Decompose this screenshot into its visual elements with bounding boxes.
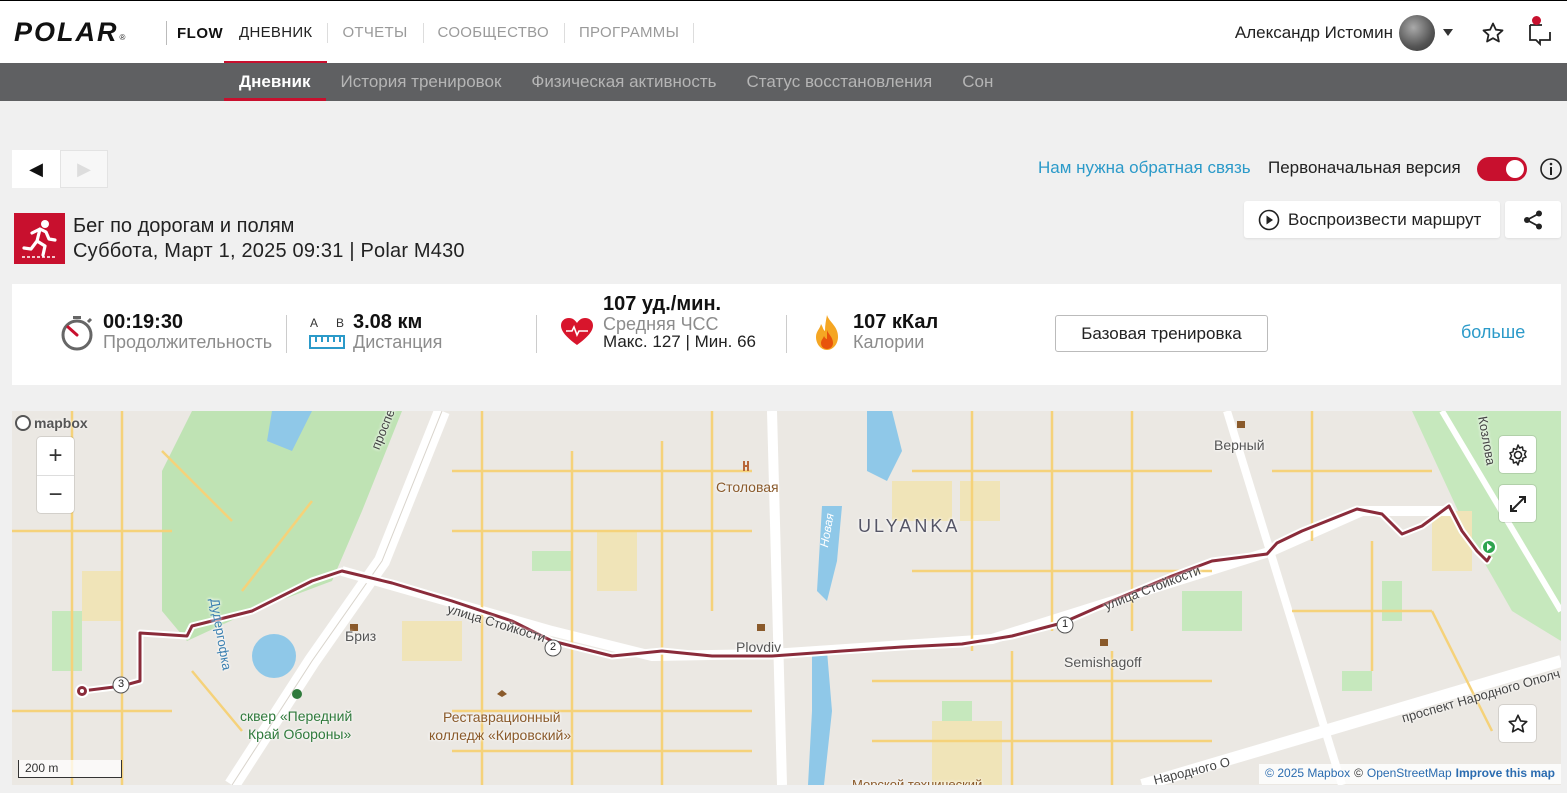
session-stats-panel: 00:19:30 Продолжительность A B 3.08 км Д… [12,284,1561,385]
map-label-poi: Plovdiv [736,639,782,655]
gear-icon [1508,443,1527,466]
map-label-poi: Морской технический [852,777,983,785]
subnav-diary[interactable]: Дневник [224,63,326,101]
map-label-park: сквер «Передний [240,708,353,724]
play-route-button[interactable]: Воспроизвести маршрут [1244,201,1500,238]
share-icon [1524,210,1542,229]
stat-divider [536,315,537,353]
user-area: Александр Истомин [1235,1,1567,64]
map-label-poi: Бриз [345,628,377,644]
duration-value: 00:19:30 [103,311,184,333]
session-navigation: ◀ ▶ [12,150,108,188]
distance-value: 3.08 км [353,311,423,333]
map-label-poi: Semishagoff [1064,654,1142,670]
polar-logo[interactable]: POLAR ® [14,16,126,47]
chevron-down-icon[interactable] [1443,29,1453,36]
info-icon[interactable] [1539,157,1563,181]
top-bar: POLAR ® FLOW ДНЕВНИК ОТЧЕТЫ СООБЩЕСТВО П… [0,0,1567,64]
zoom-control: + − [37,437,74,513]
subnav-sleep[interactable]: Сон [947,63,1008,101]
session-subtitle: Суббота, Март 1, 2025 09:31 | Polar M430 [73,240,465,262]
km-marker: 3 [118,678,125,690]
zoom-in-button[interactable]: + [37,437,74,475]
stat-divider [786,315,787,353]
attribution-copyright: © [1354,766,1363,780]
play-circle-icon [1258,209,1280,230]
route-map[interactable]: 1 2 3 проспект Ма Столовая ULYANKA Верны… [12,411,1561,785]
calories-label: Калории [853,332,925,352]
flame-icon [816,315,838,350]
notification-dot [1532,15,1541,25]
heart-rate-min-max: Макс. 127 | Мин. 66 [603,332,757,351]
map-scale: 200 m [18,760,122,778]
zoom-out-button[interactable]: − [37,475,74,513]
distance-b-label: B [336,316,345,330]
main-nav: ДНЕВНИК ОТЧЕТЫ СООБЩЕСТВО ПРОГРАММЫ [224,1,695,64]
map-attribution: © 2025 Mapbox © OpenStreetMap Improve th… [1259,764,1561,784]
subnav-training-history[interactable]: История тренировок [326,63,517,101]
session-title: Бег по дорогам и полям [73,215,295,237]
distance-a-label: A [310,316,319,330]
ruler-icon [309,335,345,349]
improve-map-link[interactable]: Improve this map [1456,766,1555,782]
stopwatch-icon [61,316,93,351]
mapbox-logo[interactable]: mapbox [15,415,88,431]
mapbox-logo-icon [15,415,31,431]
map-background [12,411,1561,785]
logo-registered-mark: ® [119,33,126,42]
map-label-park: Край Обороны» [248,726,352,742]
subnav-activity[interactable]: Физическая активность [516,63,731,101]
map-label-poi: Верный [1214,437,1265,453]
map-label-poi: Столовая [716,479,779,495]
sub-nav: Дневник История тренировок Физическая ак… [0,63,1567,101]
avatar[interactable] [1399,14,1435,51]
km-marker: 1 [1062,618,1069,630]
calories-value: 107 кКал [853,311,939,333]
next-session-button[interactable]: ▶ [60,150,108,188]
training-type-button[interactable]: Базовая тренировка [1055,315,1268,352]
map-settings-button[interactable] [1499,436,1536,473]
map-fullscreen-button[interactable] [1499,485,1536,522]
heart-icon [561,318,593,345]
running-sport-icon [14,213,65,264]
nav-reports[interactable]: ОТЧЕТЫ [327,1,422,64]
prev-session-button[interactable]: ◀ [12,150,60,188]
star-icon[interactable] [1481,21,1505,45]
messages-icon[interactable] [1527,15,1553,46]
original-version-label: Первоначальная версия [1268,158,1461,177]
map-favorite-button[interactable] [1499,705,1536,742]
map-label-district: ULYANKA [858,516,961,536]
play-route-label: Воспроизвести маршрут [1288,209,1482,229]
attribution-mapbox[interactable]: © 2025 Mapbox [1265,766,1350,782]
user-name[interactable]: Александр Истомин [1235,23,1393,43]
more-link[interactable]: больше [1461,322,1525,343]
nav-community[interactable]: СООБЩЕСТВО [422,1,564,64]
mapbox-logo-text: mapbox [34,415,88,431]
flow-product-label[interactable]: FLOW [177,25,223,42]
map-label-poi: колледж «Кировский» [429,727,572,743]
stat-divider [286,315,287,353]
star-icon [1507,713,1528,733]
map-label-poi: Реставрационный [443,709,561,725]
toggle-knob [1506,160,1524,178]
subnav-recovery-status[interactable]: Статус восстановления [732,63,948,101]
nav-diary[interactable]: ДНЕВНИК [224,1,328,64]
original-version-toggle[interactable] [1477,157,1527,181]
duration-label: Продолжительность [103,332,273,352]
km-marker: 2 [550,641,557,653]
logo-divider [166,21,167,45]
distance-label: Дистанция [353,332,443,352]
nav-programs[interactable]: ПРОГРАММЫ [563,1,695,64]
share-button[interactable] [1505,201,1561,238]
feedback-link[interactable]: Нам нужна обратная связь [1038,158,1251,178]
expand-icon [1509,495,1526,512]
logo-text: POLAR [14,16,119,47]
attribution-osm[interactable]: OpenStreetMap [1367,766,1452,782]
heart-rate-value: 107 уд./мин. [603,293,722,315]
